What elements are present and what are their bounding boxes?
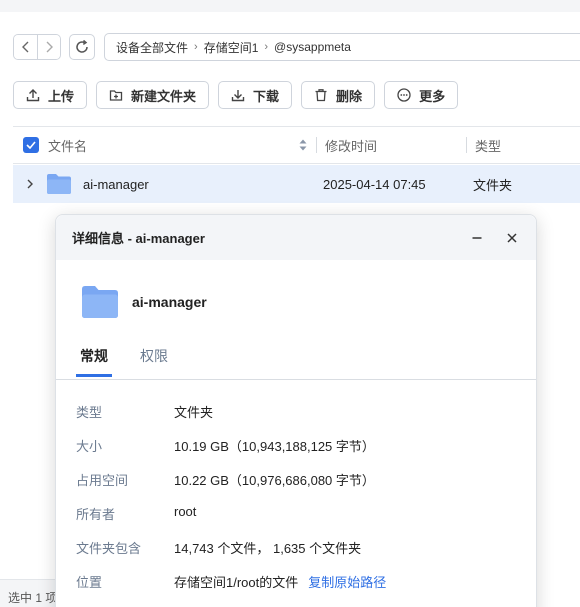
property-label: 所有者 — [76, 507, 116, 522]
dialog-tabs: 常规 权限 — [56, 339, 536, 380]
breadcrumb-item[interactable]: @sysappmeta — [274, 40, 351, 54]
column-divider[interactable] — [316, 137, 317, 153]
new-folder-label: 新建文件夹 — [131, 88, 197, 104]
more-label: 更多 — [419, 88, 446, 104]
minimize-icon — [472, 236, 482, 239]
status-bar: 选中 1 项 — [0, 579, 56, 607]
row-file-name[interactable]: ai-manager — [83, 177, 323, 192]
dialog-item-name: ai-manager — [132, 294, 207, 310]
chevron-right-icon — [46, 41, 53, 53]
forward-button[interactable] — [37, 35, 60, 59]
property-row: 文件夹包含 14,743 个文件， 1,635 个文件夹 — [76, 538, 536, 572]
property-value: 文件夹 — [174, 405, 214, 420]
download-label: 下载 — [253, 88, 280, 104]
column-divider[interactable] — [466, 137, 467, 153]
navigation-bar: 设备全部文件 › 存储空间1 › @sysappmeta — [13, 33, 580, 61]
details-dialog: 详细信息 - ai-manager ai-manager 常规 权限 类型 文件… — [55, 214, 537, 607]
checkmark-icon — [26, 141, 36, 149]
minimize-button[interactable] — [466, 227, 488, 249]
column-header-type[interactable]: 类型 — [475, 136, 501, 155]
tab-permissions[interactable]: 权限 — [140, 346, 168, 366]
dialog-item-summary: ai-manager — [81, 285, 207, 319]
upload-label: 上传 — [48, 88, 75, 104]
folder-icon — [47, 174, 71, 194]
back-button[interactable] — [14, 35, 37, 59]
copy-path-link[interactable]: 复制原始路径 — [308, 572, 386, 591]
download-icon — [231, 90, 245, 102]
delete-button[interactable]: 删除 — [301, 81, 376, 109]
row-file-type: 文件夹 — [473, 177, 513, 193]
property-label: 占用空间 — [76, 473, 129, 488]
close-icon — [507, 232, 517, 243]
close-button[interactable] — [501, 227, 523, 249]
select-all-checkbox[interactable] — [23, 137, 39, 153]
breadcrumb-separator-icon: › — [194, 41, 198, 53]
history-nav — [13, 34, 61, 60]
refresh-button[interactable] — [69, 34, 95, 60]
property-label: 大小 — [76, 439, 103, 454]
property-row: 类型 文件夹 — [76, 402, 536, 436]
chevron-left-icon — [21, 41, 28, 53]
column-header-modified[interactable]: 修改时间 — [325, 136, 466, 155]
property-row: 大小 10.19 GB（10,943,188,125 字节） — [76, 436, 536, 470]
folder-icon — [82, 286, 118, 318]
upload-icon — [26, 89, 40, 102]
property-row: 所有者 root — [76, 504, 536, 538]
dialog-header[interactable]: 详细信息 - ai-manager — [56, 215, 536, 260]
sort-icon[interactable] — [298, 138, 308, 152]
property-label: 类型 — [76, 405, 103, 420]
property-value: 10.19 GB（10,943,188,125 字节） — [174, 439, 375, 454]
expand-chevron-icon[interactable] — [26, 178, 34, 190]
property-row: 占用空间 10.22 GB（10,976,686,080 字节） — [76, 470, 536, 504]
toolbar: 上传 新建文件夹 下载 删除 更多 — [13, 81, 459, 109]
table-row[interactable]: ai-manager 2025-04-14 07:45 文件夹 — [13, 165, 580, 203]
file-table-header: 文件名 修改时间 类型 — [13, 126, 580, 164]
selection-count: 选中 1 项 — [8, 591, 56, 605]
more-button[interactable]: 更多 — [384, 81, 459, 109]
tab-general[interactable]: 常规 — [76, 346, 112, 377]
upload-button[interactable]: 上传 — [13, 81, 88, 109]
new-folder-icon — [109, 90, 123, 101]
more-icon — [397, 88, 411, 102]
property-value: 10.22 GB（10,976,686,080 字节） — [174, 473, 375, 488]
property-label: 位置 — [76, 575, 103, 590]
property-row: 位置 存储空间1/root的文件 复制原始路径 — [76, 572, 536, 606]
column-header-name[interactable]: 文件名 — [48, 136, 298, 155]
download-button[interactable]: 下载 — [218, 81, 293, 109]
breadcrumb-item[interactable]: 存储空间1 — [204, 39, 259, 56]
breadcrumb: 设备全部文件 › 存储空间1 › @sysappmeta — [104, 33, 580, 61]
row-modified-time: 2025-04-14 07:45 — [323, 176, 426, 192]
refresh-icon — [76, 39, 88, 53]
property-label: 文件夹包含 — [76, 541, 142, 556]
breadcrumb-item[interactable]: 设备全部文件 — [116, 39, 188, 56]
dialog-title: 详细信息 - ai-manager — [72, 231, 205, 246]
property-value: 14,743 个文件， 1,635 个文件夹 — [174, 541, 362, 556]
breadcrumb-separator-icon: › — [264, 41, 269, 53]
property-value: root — [174, 504, 197, 519]
properties-list: 类型 文件夹 大小 10.19 GB（10,943,188,125 字节） 占用… — [76, 402, 536, 606]
new-folder-button[interactable]: 新建文件夹 — [96, 81, 210, 109]
delete-label: 删除 — [336, 88, 363, 104]
trash-icon — [315, 89, 327, 102]
property-value: 存储空间1/root的文件 — [174, 575, 299, 590]
